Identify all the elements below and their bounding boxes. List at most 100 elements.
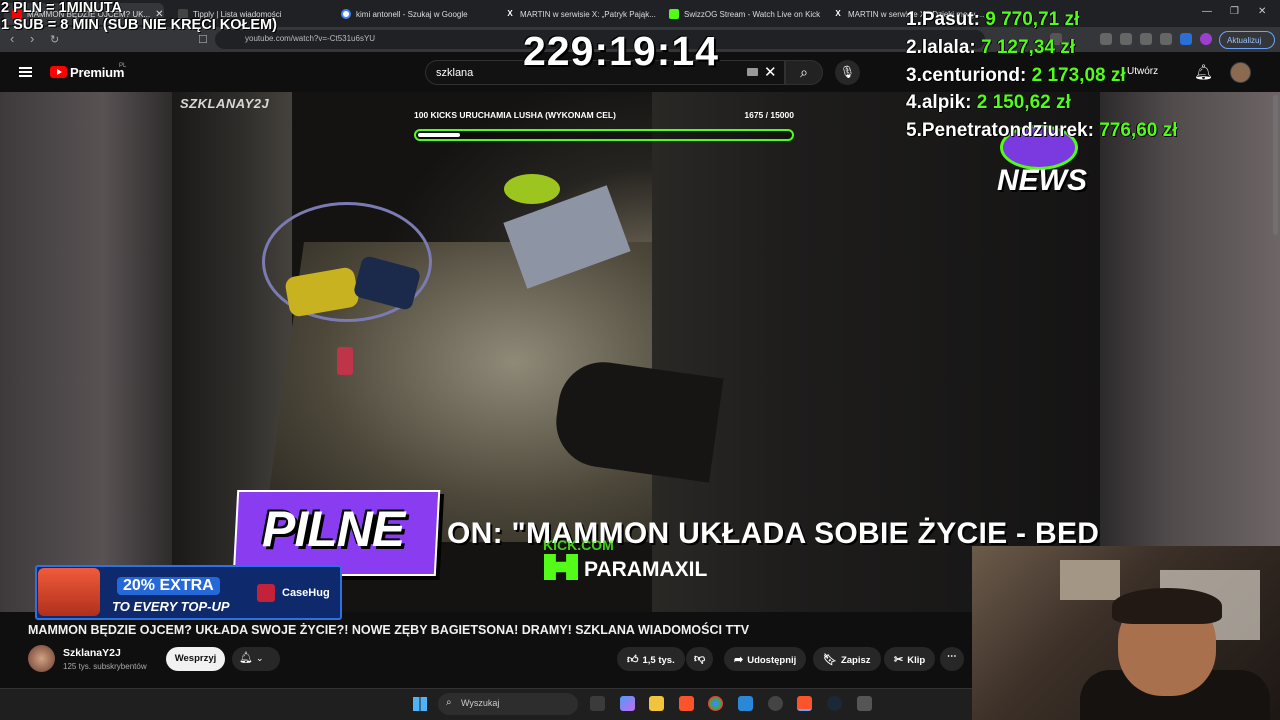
- youtube-logo-text[interactable]: Premium: [70, 65, 124, 80]
- calculator-icon[interactable]: [857, 696, 872, 711]
- obs-icon[interactable]: [768, 696, 783, 711]
- like-count: 1,5 tys.: [642, 655, 675, 666]
- video-ambient-right: [1100, 92, 1280, 552]
- casehug-logo-icon: [257, 584, 275, 602]
- search-icon: ⌕: [446, 697, 452, 708]
- share-label: Udostępnij: [747, 655, 797, 666]
- leaderboard-row: 1.Pasut: 9 770,71 zł: [906, 9, 1079, 31]
- kick-channel-name: PARAMAXIL: [584, 558, 708, 581]
- save-button[interactable]: 🔖︎ Zapisz: [813, 647, 881, 671]
- wallet-icon[interactable]: [1140, 33, 1152, 45]
- chevron-down-icon: ⌄: [256, 653, 264, 663]
- clear-search-icon[interactable]: ✕: [764, 63, 777, 81]
- tab-kick-stream[interactable]: SwizzOG Stream - Watch Live on Kick: [661, 3, 821, 25]
- promo-brand: CaseHug: [282, 587, 330, 599]
- create-button[interactable]: Utwórz: [1127, 66, 1158, 77]
- donor-amount: 2 150,62 zł: [976, 92, 1071, 113]
- chrome-icon[interactable]: [708, 696, 723, 711]
- subscription-bell-button[interactable]: 🔔︎ ⌄: [232, 647, 280, 671]
- brave-icon[interactable]: [679, 696, 694, 711]
- donor-amount: 9 770,71 zł: [985, 9, 1080, 30]
- voice-search-button[interactable]: 🎙: [835, 60, 860, 85]
- news-label: NEWS: [997, 164, 1087, 197]
- leo-ai-icon[interactable]: [1200, 33, 1212, 45]
- task-view-icon[interactable]: [590, 696, 605, 711]
- goal-label: 100 KICKS URUCHAMIA LUSHA (WYKONAM CEL): [414, 110, 616, 120]
- keyboard-icon[interactable]: [747, 68, 758, 76]
- chest-icon: [38, 568, 100, 616]
- channel-watermark: SZKLANAY2J: [180, 96, 270, 111]
- url-text: youtube.com/watch?v=-Ct531u6sYU: [245, 34, 376, 43]
- donor-name: Penetratondziurek:: [921, 120, 1094, 141]
- steam-icon[interactable]: [827, 696, 842, 711]
- bookmark-save-icon: 🔖︎: [823, 654, 837, 666]
- window-close-icon[interactable]: ✕: [1258, 6, 1266, 17]
- share-icon: ➦: [734, 654, 744, 666]
- tab-google-search[interactable]: kimi antonell - Szukaj w Google: [333, 3, 493, 25]
- scrollbar[interactable]: [1273, 95, 1278, 235]
- channel-avatar[interactable]: [28, 645, 55, 672]
- red-object: [337, 347, 353, 375]
- goal-value: 1675 / 15000: [744, 110, 794, 120]
- settings-icon[interactable]: [1160, 33, 1172, 45]
- maximize-icon[interactable]: ❐: [1230, 6, 1239, 17]
- rank-number: 2.: [906, 37, 922, 58]
- update-label: Aktualizuj: [1227, 36, 1262, 45]
- video-ambient-left: [0, 92, 172, 612]
- rank-number: 3.: [906, 65, 922, 86]
- webcam-hair: [1112, 588, 1222, 624]
- screen: MAMMON BĘDZIE OJCEM? UK... ✕ Tipply | Li…: [0, 0, 1280, 720]
- bookmark-icon[interactable]: ☐: [198, 33, 208, 46]
- vpn-icon[interactable]: [1180, 33, 1192, 45]
- kicks-goal: 100 KICKS URUCHAMIA LUSHA (WYKONAM CEL) …: [414, 110, 794, 141]
- menu-icon[interactable]: [19, 67, 32, 77]
- dislike-button[interactable]: 👎︎: [686, 647, 714, 671]
- music-icon[interactable]: [1100, 33, 1112, 45]
- leaderboard-row: 4.alpik: 2 150,62 zł: [906, 92, 1071, 114]
- windows-start-icon[interactable]: [413, 697, 427, 711]
- sidebar-icon[interactable]: [1120, 33, 1132, 45]
- donor-name: lalala:: [921, 37, 976, 58]
- scissors-icon: ✂: [894, 654, 904, 666]
- notifications-icon[interactable]: 🔔︎: [1194, 63, 1213, 81]
- subscriber-count: 125 tys. subskrybentów: [63, 662, 147, 671]
- video-title: MAMMON BĘDZIE OJCEM? UKŁADA SWOJE ŻYCIE?…: [28, 623, 750, 637]
- rank-number: 1.: [906, 9, 922, 30]
- donation-rules: 2 PLN = 1MINUTA 1 SUB = 8 MIN (SUB NIE K…: [1, 0, 277, 34]
- support-button[interactable]: Wesprzyj: [166, 647, 225, 671]
- copilot-icon[interactable]: [620, 696, 635, 711]
- goal-progress-bar: [414, 129, 794, 141]
- leaderboard-row: 2.lalala: 7 127,34 zł: [906, 37, 1075, 59]
- update-button[interactable]: Aktualizuj: [1219, 31, 1275, 49]
- promo-subline: TO EVERY TOP-UP: [112, 599, 230, 614]
- minimize-icon[interactable]: —: [1202, 6, 1212, 17]
- save-label: Zapisz: [840, 655, 871, 666]
- bell-icon: 🔔︎: [239, 652, 253, 664]
- kick-icon: [669, 9, 679, 19]
- subathon-timer: 229:19:14: [523, 28, 719, 74]
- reload-icon[interactable]: ↻: [50, 33, 59, 46]
- share-button[interactable]: ➦ Udostępnij: [724, 647, 807, 671]
- promo-headline: 20% EXTRA: [117, 577, 220, 595]
- tab-x-martin-1[interactable]: X MARTIN w serwisie X: „Patryk Pająk...: [497, 3, 657, 25]
- donor-name: centuriond:: [921, 65, 1027, 86]
- search-value: szklana: [436, 67, 474, 79]
- thumbs-up-icon: 👍︎: [627, 654, 639, 666]
- avatar[interactable]: [1230, 62, 1251, 83]
- search-button[interactable]: ⌕: [785, 60, 823, 85]
- more-actions-button[interactable]: ⋯: [940, 647, 964, 671]
- clip-button[interactable]: ✂ Klip: [884, 647, 936, 671]
- leaderboard-row: 3.centuriond: 2 173,08 zł: [906, 65, 1126, 87]
- taskbar-search[interactable]: Wyszukaj: [438, 693, 578, 715]
- channel-name[interactable]: SzklanaY2J: [63, 647, 121, 659]
- donor-amount: 7 127,34 zł: [981, 37, 1076, 58]
- donor-name: alpik:: [921, 92, 972, 113]
- file-explorer-icon[interactable]: [649, 696, 664, 711]
- brave-active-icon[interactable]: [797, 696, 812, 711]
- more-icon: ⋯: [947, 651, 957, 662]
- google-icon: [341, 9, 351, 19]
- tab-label: kimi antonell - Szukaj w Google: [356, 9, 468, 19]
- youtube-logo-icon[interactable]: [50, 66, 67, 78]
- like-button[interactable]: 👍︎ 1,5 tys.: [617, 647, 685, 671]
- store-icon[interactable]: [738, 696, 753, 711]
